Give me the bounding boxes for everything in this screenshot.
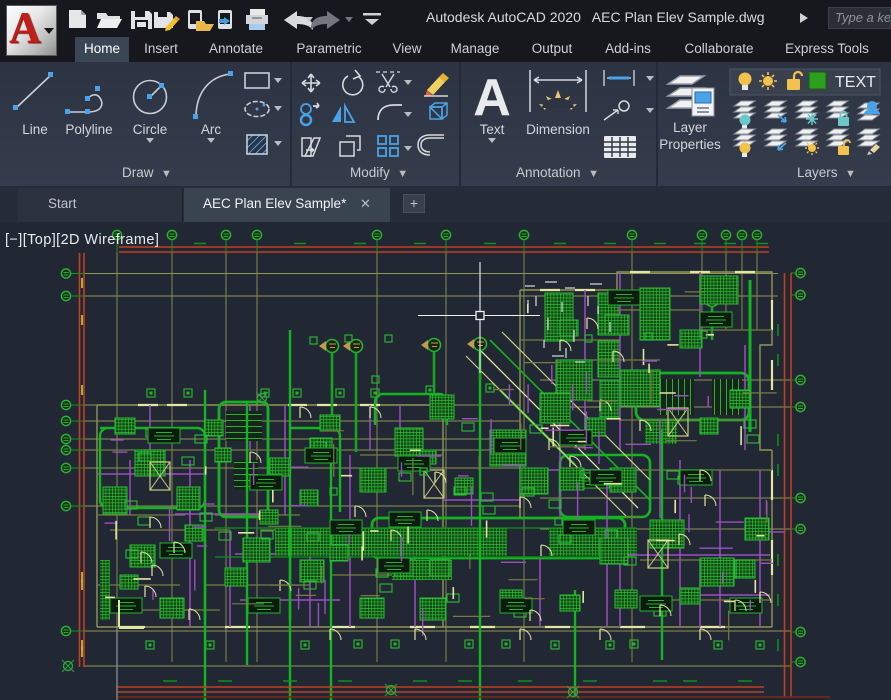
svg-text:TEXT: TEXT xyxy=(835,74,876,91)
svg-text:Line: Line xyxy=(22,122,48,137)
svg-text:Properties: Properties xyxy=(659,137,721,152)
svg-text:Circle: Circle xyxy=(133,122,168,137)
svg-text:A: A xyxy=(473,69,511,127)
svg-text:Polyline: Polyline xyxy=(65,122,112,137)
svg-text:Arc: Arc xyxy=(201,122,222,137)
svg-text:Layer: Layer xyxy=(673,120,707,135)
svg-text:Text: Text xyxy=(480,122,505,137)
svg-text:Dimension: Dimension xyxy=(526,122,590,137)
